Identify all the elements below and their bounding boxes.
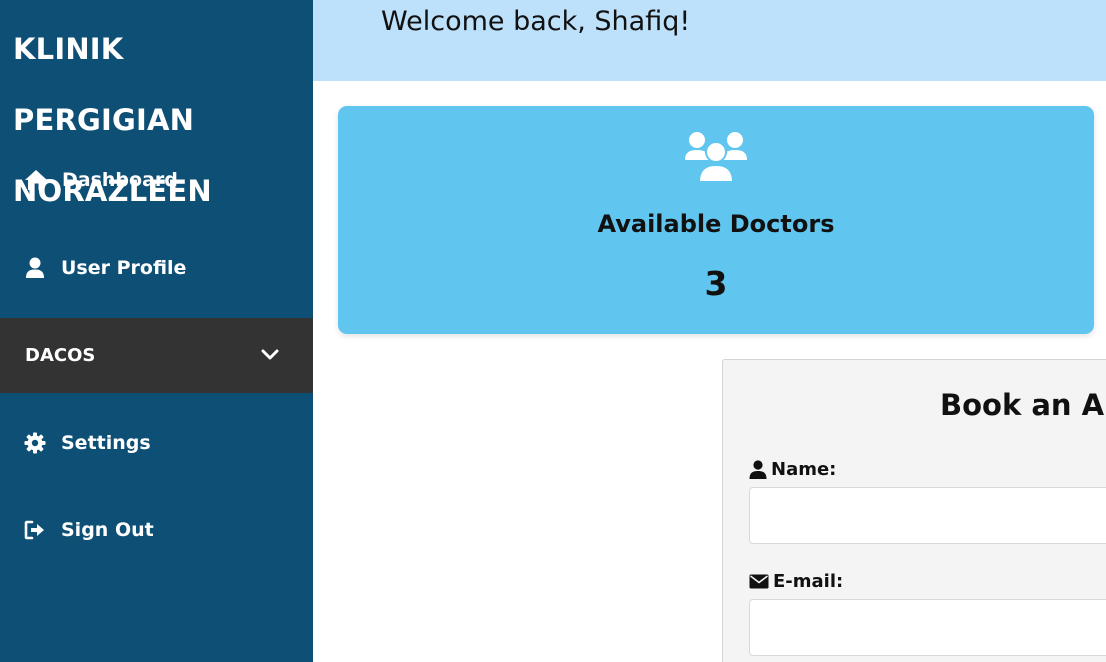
sidebar-item-label: User Profile [61, 257, 187, 279]
sidebar-item-settings[interactable]: Settings [0, 423, 313, 463]
available-doctors-card: Available Doctors 3 [338, 106, 1094, 334]
welcome-message: Welcome back, Shafiq! [381, 6, 691, 37]
doctor-count: 3 [704, 264, 728, 303]
sidebar-item-label: Dashboard [62, 169, 178, 191]
sidebar-item-label: Settings [61, 432, 151, 454]
top-header: Welcome back, Shafiq! [313, 0, 1106, 81]
envelope-icon [749, 574, 769, 589]
card-title: Available Doctors [597, 210, 835, 238]
sidebar-item-label: Sign Out [61, 519, 154, 541]
sidebar: KLINIK PERGIGIAN NORAZLEEN Dashboard Use… [0, 0, 313, 662]
name-field[interactable] [749, 487, 1106, 544]
user-icon [749, 460, 767, 479]
sign-out-icon [23, 518, 47, 542]
gear-icon [23, 431, 47, 455]
sidebar-item-label: DACOS [25, 345, 96, 366]
name-label-text: Name: [771, 459, 837, 480]
sidebar-item-dacos[interactable]: DACOS [0, 318, 313, 393]
sidebar-item-dashboard[interactable]: Dashboard [0, 160, 313, 200]
booking-form: Book an Ap Name: E-mail: [722, 359, 1106, 662]
email-label: E-mail: [749, 571, 843, 592]
user-icon [23, 256, 47, 280]
booking-form-title: Book an Ap [940, 388, 1106, 422]
sidebar-item-user-profile[interactable]: User Profile [0, 248, 313, 288]
chevron-down-icon [261, 345, 279, 366]
name-label: Name: [749, 459, 836, 480]
email-label-text: E-mail: [773, 571, 844, 592]
users-icon [684, 130, 748, 188]
sidebar-item-sign-out[interactable]: Sign Out [0, 510, 313, 550]
email-field[interactable] [749, 599, 1106, 656]
home-icon [24, 168, 48, 192]
